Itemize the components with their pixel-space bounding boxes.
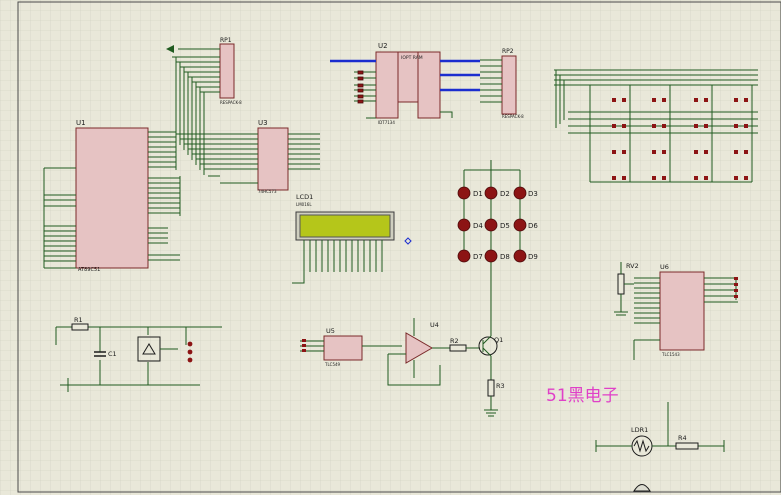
- r2-ref-label: R2: [450, 337, 459, 345]
- u4-ref-label: U4: [430, 321, 439, 329]
- rp2-part-label: RESPACK-8: [502, 114, 524, 119]
- r4-ref-label: R4: [678, 434, 687, 442]
- u2-ref-label: U2: [378, 42, 388, 50]
- led-d2-label: D2: [500, 190, 510, 198]
- led-d3: [513, 186, 527, 200]
- watermark-text: 51黑电子: [546, 386, 619, 406]
- rp1-part-label: RESPACK-8: [220, 100, 242, 105]
- u1-part-label: AT89C51: [78, 267, 100, 273]
- led-d5: [484, 218, 498, 232]
- led-d9: [513, 249, 527, 263]
- rp2-ref-label: RP2: [502, 48, 514, 55]
- led-d6: [513, 218, 527, 232]
- led-d7: [457, 249, 471, 263]
- led-d6-label: D6: [528, 222, 538, 230]
- led-d5-label: D5: [500, 222, 510, 230]
- u3-ref-label: U3: [258, 119, 268, 127]
- rp1-ref-label: RP1: [220, 37, 232, 44]
- u5-part-label: TLC549: [324, 362, 341, 367]
- r1-resistor: [71, 323, 89, 331]
- led-d1: [457, 186, 471, 200]
- r3-ref-label: R3: [496, 382, 505, 390]
- u1-ref-label: U1: [76, 119, 86, 127]
- led-d4: [457, 218, 471, 232]
- led-d8-label: D8: [500, 253, 510, 261]
- led-d8: [484, 249, 498, 263]
- r1-ref-label: R1: [74, 316, 83, 324]
- u6-ref-label: U6: [660, 263, 669, 271]
- lcd1-part-label: LM016L: [296, 202, 312, 207]
- led-d9-label: D9: [528, 253, 538, 261]
- led-d4-label: D4: [473, 222, 483, 230]
- c1-ref-label: C1: [108, 350, 117, 358]
- ldr1-ref-label: LDR1: [631, 426, 648, 434]
- led-d3-label: D3: [528, 190, 538, 198]
- u2-part-label: IDT7134: [378, 120, 395, 125]
- led-d2: [484, 186, 498, 200]
- led-d7-label: D7: [473, 253, 483, 261]
- u5-ref-label: U5: [326, 327, 335, 335]
- u3-part-label: 74HC573: [258, 189, 277, 194]
- lcd1-ref-label: LCD1: [296, 193, 313, 201]
- rv2-ref-label: RV2: [626, 262, 639, 270]
- u6-part-label: TLC1543: [661, 352, 680, 357]
- u2-inner-label: IOPT RAM: [401, 55, 423, 61]
- q1-ref-label: Q1: [494, 336, 503, 344]
- schematic-canvas[interactable]: U1 AT89C51 RP1 RESPACK-8 U3 74HC573 U2 I: [0, 0, 781, 495]
- led-d1-label: D1: [473, 190, 483, 198]
